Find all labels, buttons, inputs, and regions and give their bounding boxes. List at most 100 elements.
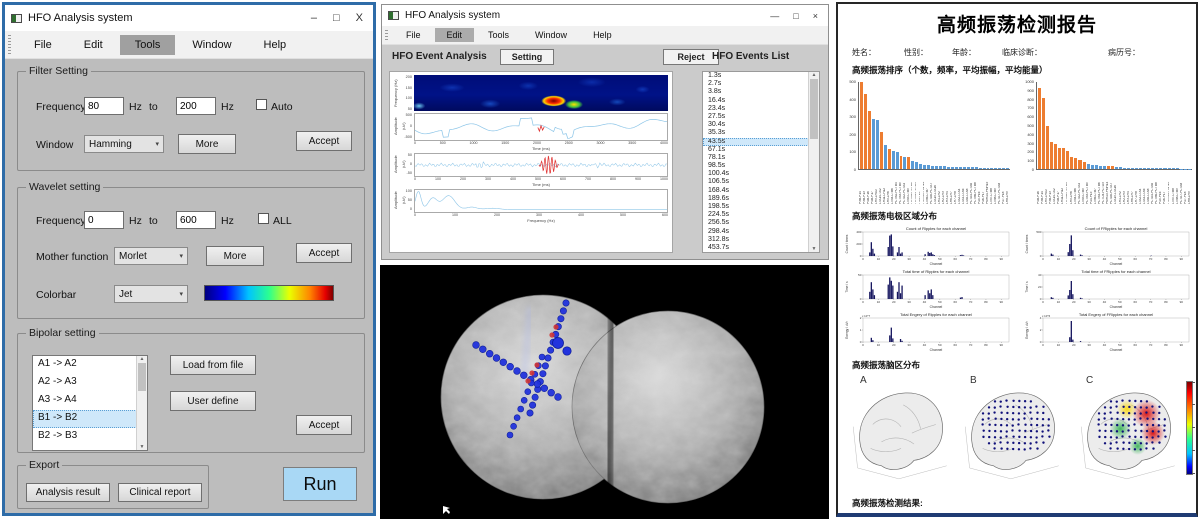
svg-text:60: 60	[1134, 300, 1138, 304]
x-tick-label: PCTB6-PCTB8	[1155, 171, 1158, 204]
bar	[1155, 168, 1158, 169]
menu-item-file[interactable]: File	[19, 35, 67, 55]
hfo-events-listbox[interactable]: 1.3s2.7s3.8s16.4s23.4s27.5s30.4s35.3s43.…	[702, 71, 820, 253]
event-item[interactable]: 106.5s	[703, 178, 819, 186]
event-item[interactable]: 198.5s	[703, 203, 819, 211]
x-tick-label: LTA6-LTA8	[1147, 171, 1150, 204]
event-item[interactable]: 312.8s	[703, 236, 819, 244]
bar	[990, 168, 993, 169]
window-select[interactable]: Hamming▾	[84, 135, 164, 153]
event-item[interactable]: 16.4s	[703, 97, 819, 105]
wavelet-freq-to-input[interactable]	[176, 211, 216, 229]
brain-figure-a	[848, 381, 953, 481]
scroll-up-icon[interactable]: ▲	[140, 356, 145, 362]
fripples-rank-chart: 01002003004005006007008009001000P4B-P16P…	[1020, 78, 1194, 204]
event-item[interactable]: 43.5s	[703, 138, 819, 146]
close-button[interactable]: X	[356, 12, 363, 24]
menu-item-help[interactable]: Help	[581, 28, 624, 42]
filter-more-button[interactable]: More	[178, 134, 236, 154]
channel-pair-item[interactable]: A3 -> A4	[33, 392, 147, 410]
event-item[interactable]: 30.4s	[703, 121, 819, 129]
clinical-report-button[interactable]: Clinical report	[118, 483, 202, 502]
event-item[interactable]: 453.7s	[703, 244, 819, 252]
event-item[interactable]: 224.5s	[703, 211, 819, 219]
x-tick-label: LH2-LH3	[1123, 171, 1126, 204]
minimize-button[interactable]: —	[770, 11, 779, 21]
event-item[interactable]: 23.4s	[703, 105, 819, 113]
event-item[interactable]: 35.3s	[703, 129, 819, 137]
menu-item-window[interactable]: Window	[177, 35, 246, 55]
x-tick-label: P3B-P13	[1049, 171, 1052, 204]
scroll-up-icon[interactable]: ▲	[812, 72, 817, 78]
scrollbar-thumb[interactable]	[138, 363, 146, 391]
menu-item-edit[interactable]: Edit	[435, 28, 475, 42]
event-item[interactable]: 168.4s	[703, 187, 819, 195]
svg-text:0: 0	[862, 343, 864, 347]
x-tick-label: PCTA4-PCTA6	[1151, 171, 1154, 204]
scroll-down-icon[interactable]: ▼	[812, 246, 817, 252]
wavelet-freq-from-input[interactable]	[84, 211, 124, 229]
svg-text:70: 70	[1149, 300, 1153, 304]
wavelet-more-button[interactable]: More	[206, 246, 264, 266]
analysis-result-button[interactable]: Analysis result	[26, 483, 110, 502]
channel-pair-listbox[interactable]: A1 -> A2A2 -> A3A3 -> A4B1 -> B2B2 -> B3…	[32, 355, 148, 451]
event-item[interactable]: 2.7s	[703, 80, 819, 88]
event-item[interactable]: 189.6s	[703, 195, 819, 203]
setting-button[interactable]: Setting	[500, 49, 554, 65]
event-item[interactable]: 298.4s	[703, 228, 819, 236]
auto-checkbox[interactable]	[256, 99, 267, 110]
menu-item-window[interactable]: Window	[523, 28, 579, 42]
filter-setting-group: Filter Setting Frequency Hz to Hz Auto W…	[17, 65, 365, 171]
close-button[interactable]: ×	[813, 11, 818, 21]
event-item[interactable]: 3.8s	[703, 88, 819, 96]
scroll-down-icon[interactable]: ▼	[140, 444, 145, 450]
svg-text:50: 50	[1118, 300, 1122, 304]
event-item[interactable]: 98.5s	[703, 162, 819, 170]
event-item[interactable]: 67.1s	[703, 146, 819, 154]
bar	[1078, 160, 1081, 169]
filter-freq-to-input[interactable]	[176, 97, 216, 115]
reject-button[interactable]: Reject	[663, 49, 719, 65]
channel-pair-item[interactable]: B2 -> B3	[33, 428, 147, 446]
maximize-button[interactable]: □	[333, 12, 340, 24]
bipolar-setting-legend: Bipolar setting	[26, 327, 99, 339]
filter-freq-from-input[interactable]	[84, 97, 124, 115]
filter-accept-button[interactable]: Accept	[296, 131, 352, 151]
menu-item-help[interactable]: Help	[249, 35, 302, 55]
menu-item-edit[interactable]: Edit	[69, 35, 118, 55]
bar	[1123, 168, 1126, 169]
screenshot-root: HFO Analysis system – □ X FileEditToolsW…	[0, 0, 1200, 519]
run-button[interactable]: Run	[283, 467, 357, 501]
scrollbar-thumb[interactable]	[810, 79, 818, 139]
menu-item-tools[interactable]: Tools	[476, 28, 521, 42]
event-item[interactable]: 1.3s	[703, 72, 819, 80]
brain-3d-view[interactable]	[380, 265, 829, 519]
maximize-button[interactable]: □	[793, 11, 798, 21]
channel-pair-item[interactable]: A2 -> A3	[33, 374, 147, 392]
colorbar-select[interactable]: Jet▾	[114, 285, 188, 303]
menu-item-file[interactable]: File	[394, 28, 433, 42]
event-item[interactable]: 100.4s	[703, 170, 819, 178]
minimize-button[interactable]: –	[311, 12, 317, 24]
channel-pair-item[interactable]: B1 -> B2	[33, 410, 147, 428]
event-item[interactable]: 256.5s	[703, 219, 819, 227]
wavelet-accept-button[interactable]: Accept	[296, 243, 352, 263]
x-tick-label: P3B-P14	[1041, 171, 1044, 204]
svg-text:50: 50	[1118, 257, 1122, 261]
listbox-scrollbar[interactable]: ▲▼	[136, 356, 147, 450]
channel-pair-item[interactable]: A1 -> A2	[33, 356, 147, 374]
event-item[interactable]: 78.1s	[703, 154, 819, 162]
x-tick-label: PCTA4-PCTA6	[970, 171, 973, 204]
event-item[interactable]: 27.5s	[703, 113, 819, 121]
mother-function-select[interactable]: Morlet▾	[114, 247, 188, 265]
menu-item-tools[interactable]: Tools	[120, 35, 176, 55]
bar	[911, 161, 914, 169]
svg-text:Total Engery of Ripples for ea: Total Engery of Ripples for each channel	[900, 312, 972, 317]
title-bar[interactable]: HFO Analysis system – □ X	[5, 5, 373, 31]
all-checkbox[interactable]	[258, 213, 269, 224]
user-define-button[interactable]: User define	[170, 391, 256, 411]
bipolar-accept-button[interactable]: Accept	[296, 415, 352, 435]
load-from-file-button[interactable]: Load from file	[170, 355, 256, 375]
events-scrollbar[interactable]: ▲▼	[808, 72, 819, 252]
title-bar[interactable]: HFO Analysis system — □ ×	[382, 5, 828, 26]
